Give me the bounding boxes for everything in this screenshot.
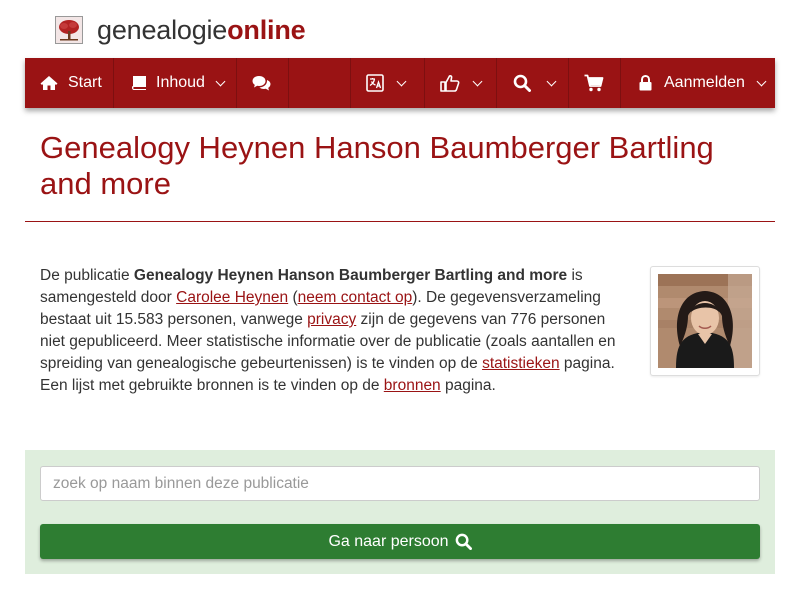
statistics-link[interactable]: statistieken: [482, 355, 560, 372]
nav-suggest[interactable]: [425, 58, 497, 108]
intro-text: (: [288, 289, 298, 306]
lock-icon: [639, 75, 652, 91]
intro-text: pagina.: [440, 377, 496, 394]
publication-name: Genealogy Heynen Hanson Baumberger Bartl…: [133, 267, 568, 284]
title-divider: [25, 221, 775, 222]
publication-intro: De publicatie Genealogy Heynen Hanson Ba…: [40, 265, 630, 397]
privacy-link[interactable]: privacy: [307, 311, 356, 328]
site-logo[interactable]: genealogieonline: [55, 14, 306, 46]
sources-link[interactable]: bronnen: [384, 377, 441, 394]
cart-icon: [584, 74, 604, 92]
search-icon: [449, 533, 472, 550]
nav-login-label: Aanmelden: [664, 74, 745, 91]
nav-forum[interactable]: [237, 58, 289, 108]
author-link[interactable]: Carolee Heynen: [176, 289, 288, 306]
nav-start-label: Start: [68, 74, 102, 91]
person-search-input[interactable]: [40, 466, 760, 501]
chevron-down-icon: [546, 76, 557, 86]
author-avatar[interactable]: [650, 266, 760, 376]
go-to-person-button[interactable]: Ga naar persoon: [40, 524, 760, 559]
search-icon: [513, 74, 531, 92]
logo-text-part2: online: [227, 15, 306, 45]
book-icon: [130, 75, 147, 91]
nav-login[interactable]: Aanmelden: [621, 58, 775, 108]
logo-text-part1: genealogie: [97, 15, 228, 45]
person-search-panel: Ga naar persoon: [25, 450, 775, 574]
chevron-down-icon: [472, 76, 483, 86]
thumbs-up-icon: [440, 74, 460, 92]
contact-link[interactable]: neem contact op: [298, 289, 413, 306]
nav-inhoud[interactable]: Inhoud: [114, 58, 237, 108]
translate-icon: [366, 74, 384, 92]
nav-shop[interactable]: [569, 58, 621, 108]
intro-text: De publicatie: [40, 267, 134, 284]
nav-spacer: [289, 58, 351, 108]
nav-start[interactable]: Start: [25, 58, 114, 108]
home-icon: [40, 75, 58, 91]
page-title: Genealogy Heynen Hanson Baumberger Bartl…: [40, 130, 714, 201]
nav-inhoud-label: Inhoud: [156, 74, 205, 91]
chevron-down-icon: [215, 76, 226, 86]
go-to-person-label: Ga naar persoon: [328, 532, 449, 550]
chevron-down-icon: [756, 76, 767, 86]
chevron-down-icon: [396, 76, 407, 86]
main-navbar: Start Inhoud Aanmelden: [25, 58, 775, 108]
tree-logo-icon: [55, 16, 83, 44]
author-photo: [658, 274, 752, 368]
comments-icon: [252, 75, 272, 91]
nav-language[interactable]: [351, 58, 425, 108]
nav-search[interactable]: [497, 58, 569, 108]
logo-text: genealogieonline: [97, 15, 306, 45]
